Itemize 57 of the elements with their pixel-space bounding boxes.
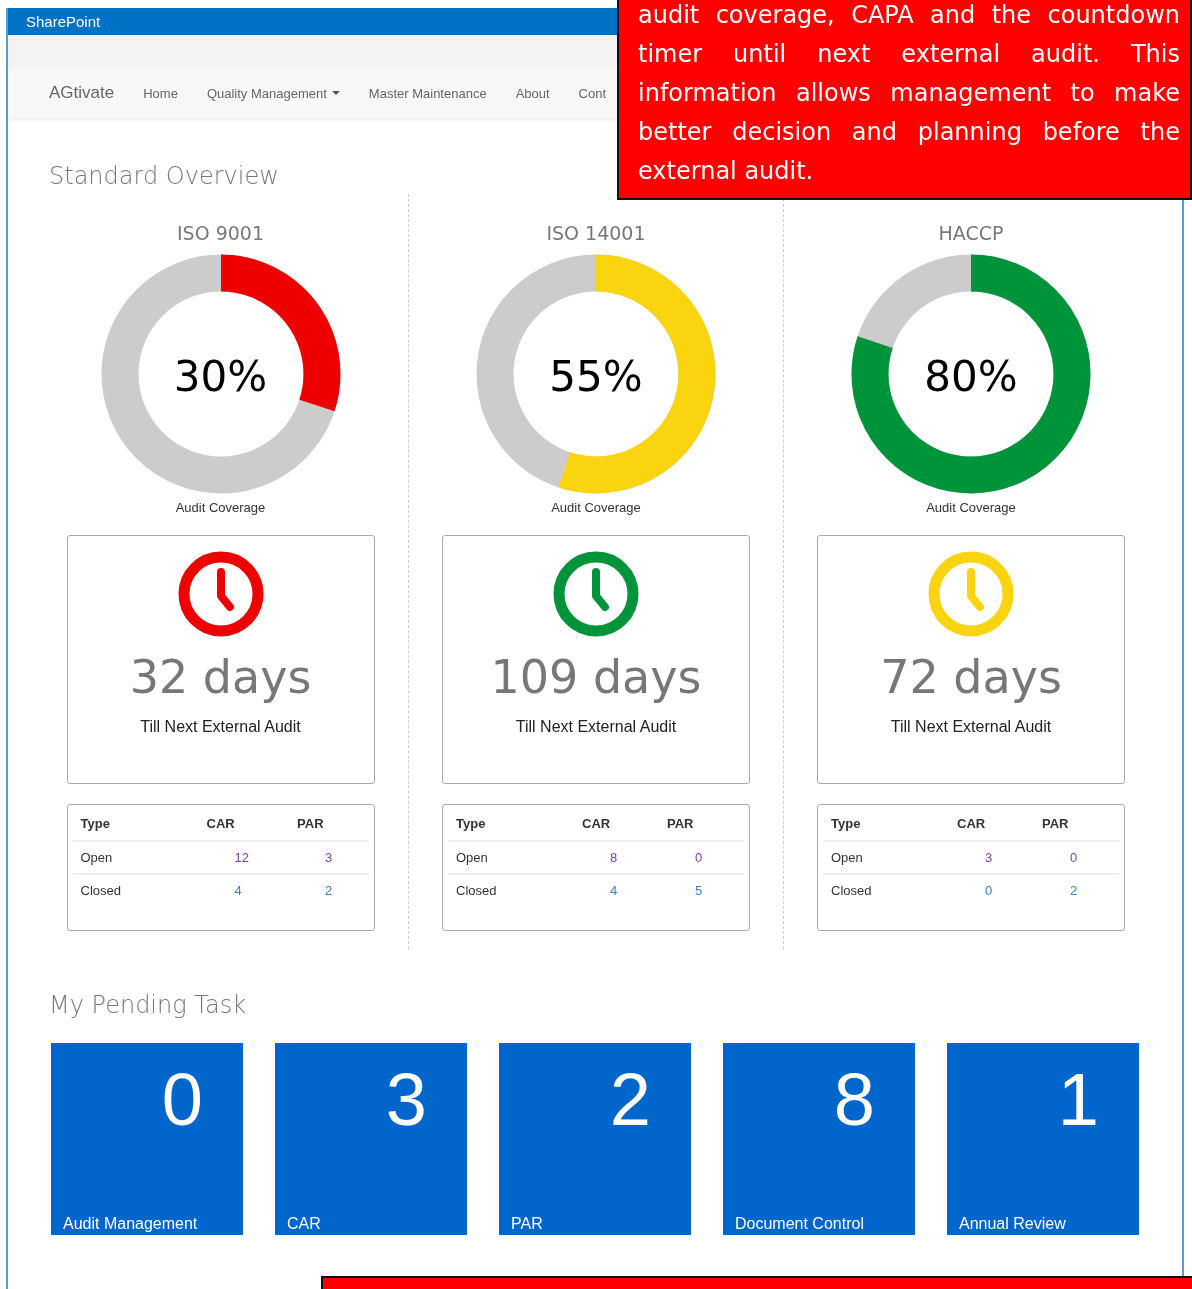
countdown-caption: Till Next External Audit [890,718,1052,736]
column-header: CAR [574,810,659,841]
count-link[interactable]: 12 [234,850,249,865]
table-cell: Closed [831,883,872,898]
nav-link[interactable]: Home [143,85,178,101]
brand-link[interactable]: AGtivate [49,83,115,103]
nav-link[interactable]: About [515,85,550,101]
table-cell: Open [80,850,113,865]
task-tile[interactable]: 3 CAR [275,1043,467,1235]
gauge-caption: Audit Coverage [551,500,641,515]
task-tile[interactable]: 0 Audit Management [51,1043,243,1235]
days-count: 72 days [880,650,1062,704]
task-tile[interactable]: 1 Annual Review [947,1043,1139,1235]
table-cell: Closed [456,883,497,898]
gauge-reading: 80% [923,352,1019,401]
task-tile[interactable]: 8 Document Control [723,1043,915,1235]
countdown-caption: Till Next External Audit [515,718,677,736]
column-header: PAR [659,810,744,841]
table-cell: Open [456,850,488,865]
count-link[interactable]: 0 [695,850,703,865]
gauge-caption: Audit Coverage [175,500,266,515]
gauge-reading: 55% [548,352,644,401]
gauge-reading: 30% [172,352,269,401]
column-header: CAR [198,810,290,841]
column-header: PAR [289,810,369,841]
count-link[interactable]: 0 [985,883,993,898]
nav-link[interactable]: Quality Management [206,85,340,101]
suite-title[interactable]: SharePoint [26,13,101,30]
count-link[interactable]: 3 [325,850,333,865]
column-header: PAR [1034,810,1119,841]
section-title: Standard Overview [49,162,279,192]
column-header: Type [72,810,199,841]
count-link[interactable]: 4 [234,883,242,898]
count-link[interactable]: 8 [610,850,618,865]
count-link[interactable]: 3 [985,850,993,865]
count-link[interactable]: 5 [695,883,703,898]
count-link[interactable]: 2 [325,883,333,898]
standard-name: ISO 14001 [546,222,646,246]
column-header: Type [823,810,949,841]
gauge-caption: Audit Coverage [926,500,1016,515]
days-count: 109 days [490,650,702,704]
table-cell: Closed [80,883,121,898]
count-link[interactable]: 0 [1070,850,1078,865]
nav-link[interactable]: Cont [578,85,607,101]
count-link[interactable]: 4 [610,883,618,898]
callout-text: audit coverage, CAPA and the countdown timer until next external audit. This information allows management to make better decision and planning before the external audit. [638,0,1180,187]
column-header: CAR [949,810,1034,841]
table-cell: Open [831,850,863,865]
task-tile[interactable]: 2 PAR [499,1043,691,1235]
nav-link[interactable]: Master Maintenance [368,85,487,101]
count-link[interactable]: 2 [1070,883,1078,898]
column-header: Type [448,810,574,841]
days-count: 32 days [129,650,312,704]
standard-name: HACCP [938,222,1004,246]
section-title: My Pending Task [49,991,247,1021]
countdown-caption: Till Next External Audit [140,718,301,736]
standard-name: ISO 9001 [177,222,264,246]
